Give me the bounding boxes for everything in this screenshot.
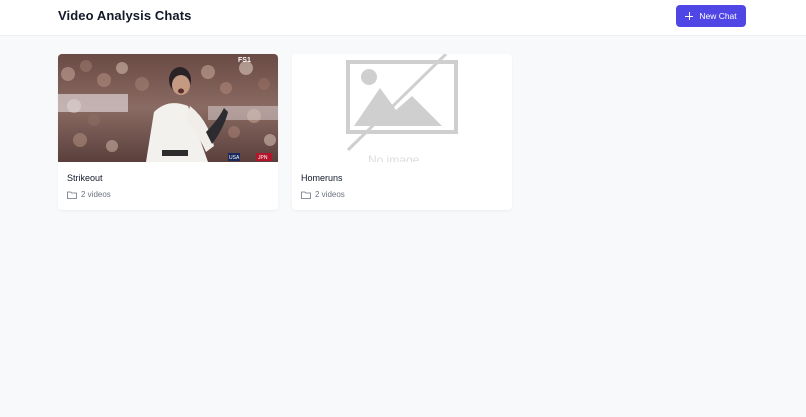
new-chat-label: New Chat [699,11,737,21]
team-right: JPN [258,155,268,161]
team-left: USA [229,155,240,161]
chat-card-homeruns[interactable]: No image Homeruns 2 videos [292,54,512,210]
chat-name: Strikeout [67,173,103,183]
plus-icon [685,12,694,20]
network-logo: FS1 [238,57,251,64]
folder-icon [67,191,77,199]
page-title: Video Analysis Chats [58,8,192,23]
chat-meta: 2 videos [301,190,345,199]
chat-card-strikeout[interactable]: FS1 USA JPN Strikeout 2 videos [58,54,278,210]
top-bar: Video Analysis Chats New Chat [0,0,806,36]
no-image-text: No image [368,153,420,162]
chat-name: Homeruns [301,173,343,183]
no-image-icon: No image [346,54,458,162]
new-chat-button[interactable]: New Chat [676,5,746,27]
chat-thumbnail: No image [292,54,512,162]
video-count: 2 videos [315,190,345,199]
folder-icon [301,191,311,199]
video-count: 2 videos [81,190,111,199]
chat-meta: 2 videos [67,190,111,199]
chat-thumbnail: FS1 USA JPN [58,54,278,162]
baseball-photo: FS1 USA JPN [58,54,278,162]
